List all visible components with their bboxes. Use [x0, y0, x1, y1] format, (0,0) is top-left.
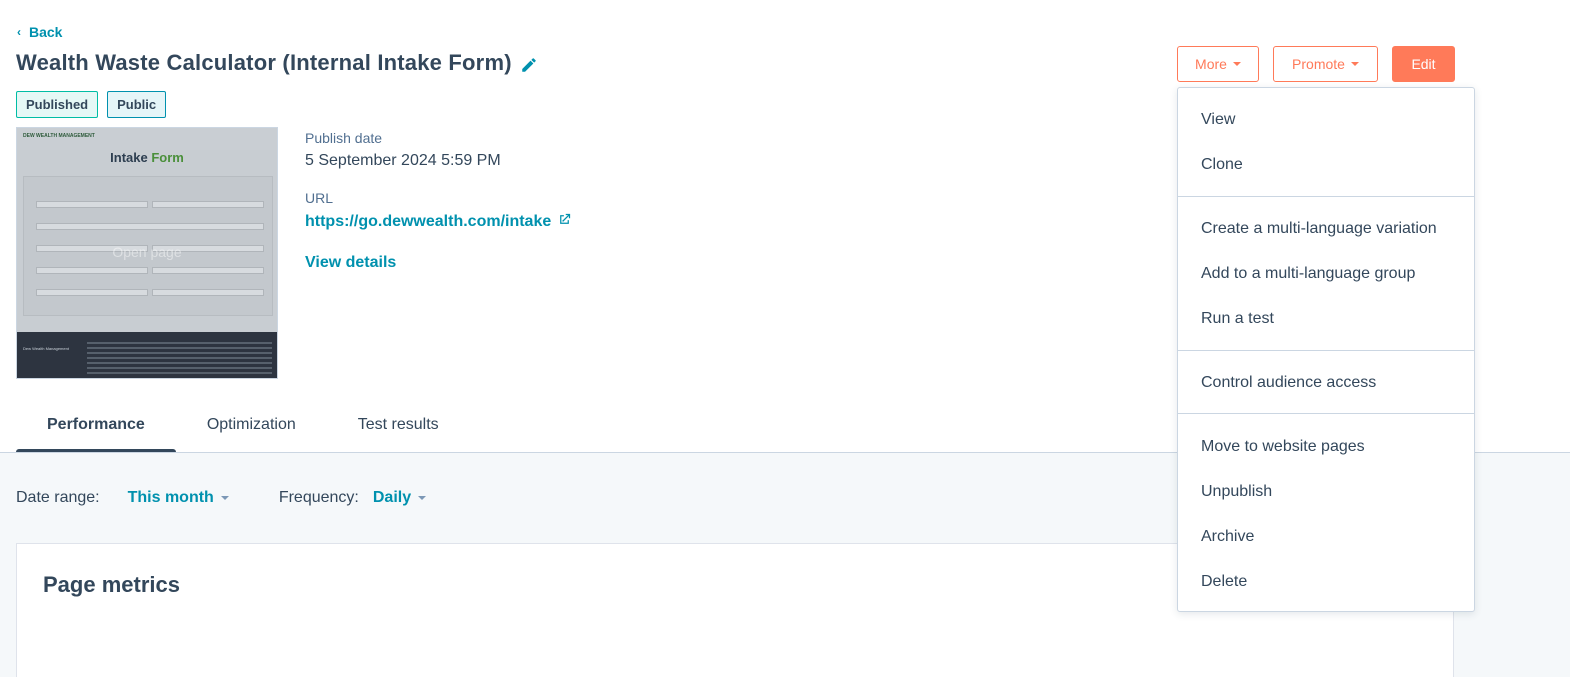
thumbnail-footer: Dew Wealth Management [17, 332, 277, 378]
card-title: Page metrics [43, 572, 180, 597]
date-range-dropdown[interactable]: This month [128, 489, 229, 507]
page-preview-thumbnail[interactable]: DEW WEALTH MANAGEMENT Intake Form Open p… [16, 127, 278, 379]
menu-item-clone[interactable]: Clone [1201, 156, 1243, 174]
thumbnail-field [36, 267, 148, 274]
promote-button-label: Promote [1292, 56, 1345, 72]
action-buttons: More Promote Edit [1177, 46, 1455, 82]
tab-label: Optimization [206, 415, 296, 433]
thumbnail-field [152, 267, 264, 274]
caret-down-icon [220, 496, 229, 500]
page-title: Wealth Waste Calculator (Internal Intake… [16, 50, 538, 76]
page-url-link[interactable]: https://go.dewwealth.com/intake [305, 212, 572, 232]
menu-item-control-audience-access[interactable]: Control audience access [1201, 374, 1376, 392]
menu-item-create-multi-language-variation[interactable]: Create a multi-language variation [1201, 220, 1437, 238]
status-badge-published: Published [16, 91, 99, 118]
status-badges: Published Public [16, 91, 167, 118]
frequency-label: Frequency: [278, 489, 359, 506]
thumbnail-form-title: Intake Form [17, 150, 277, 165]
page-meta: Publish date 5 September 2024 5:59 PM UR… [305, 130, 572, 272]
thumbnail-overlay: Open page [112, 244, 182, 260]
thumbnail-field [36, 201, 148, 208]
frequency-value: Daily [372, 489, 412, 506]
thumbnail-field [152, 289, 264, 296]
status-badge-public: Public [107, 91, 167, 118]
filter-bar: Date range: This month Frequency: Daily [16, 489, 427, 507]
date-range-value: This month [127, 489, 214, 506]
thumbnail-footer-logo: Dew Wealth Management [23, 346, 69, 351]
view-details-link[interactable]: View details [305, 254, 572, 272]
thumbnail-footer-text [87, 342, 272, 377]
caret-down-icon [418, 496, 427, 500]
back-link[interactable]: ‹ Back [17, 24, 62, 40]
external-link-icon [557, 212, 572, 232]
more-button-label: More [1195, 56, 1227, 72]
menu-item-move-to-website-pages[interactable]: Move to website pages [1201, 438, 1365, 456]
menu-item-view[interactable]: View [1201, 111, 1235, 129]
url-label: URL [305, 190, 334, 206]
frequency-dropdown[interactable]: Daily [372, 489, 427, 507]
thumbnail-title-b: Form [151, 150, 184, 165]
edit-button[interactable]: Edit [1392, 46, 1455, 82]
menu-divider [1178, 350, 1474, 351]
thumbnail-header [17, 128, 277, 150]
thumbnail-field [152, 201, 264, 208]
caret-down-icon [1232, 62, 1241, 66]
pencil-icon[interactable] [520, 54, 538, 72]
menu-divider [1178, 196, 1474, 197]
publish-date-value: 5 September 2024 5:59 PM [305, 152, 501, 169]
more-dropdown-menu: View Clone Create a multi-language varia… [1177, 87, 1475, 612]
menu-item-archive[interactable]: Archive [1201, 528, 1254, 546]
thumbnail-title-a: Intake [110, 150, 148, 165]
back-label: Back [29, 24, 63, 40]
tab-label: Performance [47, 415, 145, 433]
publish-date-label: Publish date [305, 130, 383, 146]
tab-optimization[interactable]: Optimization [176, 398, 327, 454]
menu-item-run-a-test[interactable]: Run a test [1201, 310, 1274, 328]
caret-down-icon [1350, 62, 1359, 66]
menu-item-unpublish[interactable]: Unpublish [1201, 483, 1272, 501]
menu-item-add-to-multi-language-group[interactable]: Add to a multi-language group [1201, 265, 1415, 283]
promote-button[interactable]: Promote [1273, 46, 1378, 82]
tab-test-results[interactable]: Test results [327, 398, 470, 454]
menu-divider [1178, 413, 1474, 414]
thumbnail-field [36, 289, 148, 296]
tab-label: Test results [357, 415, 439, 433]
thumbnail-field [36, 223, 264, 230]
menu-item-delete[interactable]: Delete [1201, 573, 1247, 591]
date-range-label: Date range: [16, 489, 100, 506]
chevron-left-icon: ‹ [17, 25, 21, 39]
more-button[interactable]: More [1177, 46, 1259, 82]
page-title-text: Wealth Waste Calculator (Internal Intake… [16, 50, 512, 75]
page-url-text: https://go.dewwealth.com/intake [305, 213, 552, 230]
thumbnail-logo: DEW WEALTH MANAGEMENT [23, 133, 95, 139]
tab-bar: Performance Optimization Test results [16, 398, 470, 454]
tab-performance[interactable]: Performance [16, 398, 176, 454]
